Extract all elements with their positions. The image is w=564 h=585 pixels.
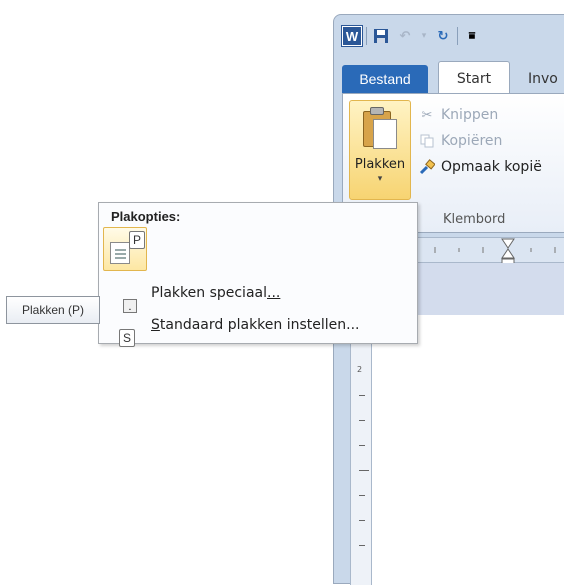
paste-special-item[interactable]: Plakken speciaal... — [151, 285, 280, 301]
cut-label: Knippen — [441, 107, 499, 123]
paste-button-label: Plakken — [354, 157, 406, 172]
redo-icon[interactable]: ↻ — [433, 26, 453, 46]
undo-icon[interactable]: ↶ — [395, 26, 415, 46]
tab-bestand[interactable]: Bestand — [342, 65, 428, 93]
copy-icon — [419, 133, 435, 149]
paste-special-ellipsis: ... — [267, 285, 281, 301]
dropdown-arrow-icon[interactable]: ▾ — [419, 26, 429, 46]
copy-button[interactable]: Kopiëren — [419, 128, 542, 154]
clipboard-icon — [361, 107, 399, 151]
group-label-klembord: Klembord — [443, 212, 506, 227]
set-default-paste-label: tandaard plakken instellen... — [159, 317, 360, 333]
tab-start[interactable]: Start — [438, 61, 510, 95]
keytip-s: S — [119, 329, 136, 347]
paste-special-label: Plakken speciaal — [151, 285, 267, 301]
tab-invoegen[interactable]: Invo — [528, 65, 558, 93]
keytip-p: P — [129, 231, 146, 249]
ruler-tick — [359, 420, 365, 421]
chevron-down-icon[interactable]: ▾ — [378, 174, 383, 184]
paste-text-icon — [110, 242, 130, 264]
ruler-tick — [359, 395, 365, 396]
document-page[interactable] — [372, 315, 564, 585]
set-default-paste-mnemonic: S — [151, 317, 160, 333]
format-painter-button[interactable]: Opmaak kopië — [419, 154, 542, 180]
copy-label: Kopiëren — [441, 133, 503, 149]
ruler-tick — [359, 470, 369, 471]
paste-options-menu: Plakopties: P Plakken speciaal... . Stan… — [98, 202, 418, 347]
paste-button[interactable]: Plakken ▾ — [349, 100, 411, 200]
ruler-tick — [359, 445, 365, 446]
format-painter-label: Opmaak kopië — [441, 159, 542, 175]
paste-tooltip: Plakken (P) — [6, 296, 100, 324]
customize-qat-icon[interactable]: ⩸ — [462, 26, 482, 46]
set-default-paste-item[interactable]: Standaard plakken instellen... — [151, 317, 360, 333]
vertical-ruler[interactable]: 2 — [350, 315, 372, 585]
ruler-number: 2 — [357, 365, 363, 374]
keytip-dot: . — [123, 299, 137, 313]
qat-separator — [366, 27, 367, 45]
paintbrush-icon — [419, 159, 435, 175]
word-app-icon[interactable]: W — [341, 25, 363, 47]
qat-separator — [457, 27, 458, 45]
save-icon[interactable] — [371, 26, 391, 46]
cut-button[interactable]: ✂ Knippen — [419, 102, 542, 128]
clipboard-commands: ✂ Knippen Kopiëren Opmaak kopië — [419, 102, 542, 180]
scissors-icon: ✂ — [421, 107, 433, 123]
quick-access-toolbar: W ↶ ▾ ↻ ⩸ — [341, 23, 564, 49]
paste-options-heading: Plakopties: — [111, 209, 181, 224]
ruler-tick — [359, 545, 365, 546]
ribbon-tabs: Bestand Start Invo — [342, 59, 564, 95]
ruler-tick — [359, 495, 365, 496]
ruler-tick — [359, 520, 365, 521]
